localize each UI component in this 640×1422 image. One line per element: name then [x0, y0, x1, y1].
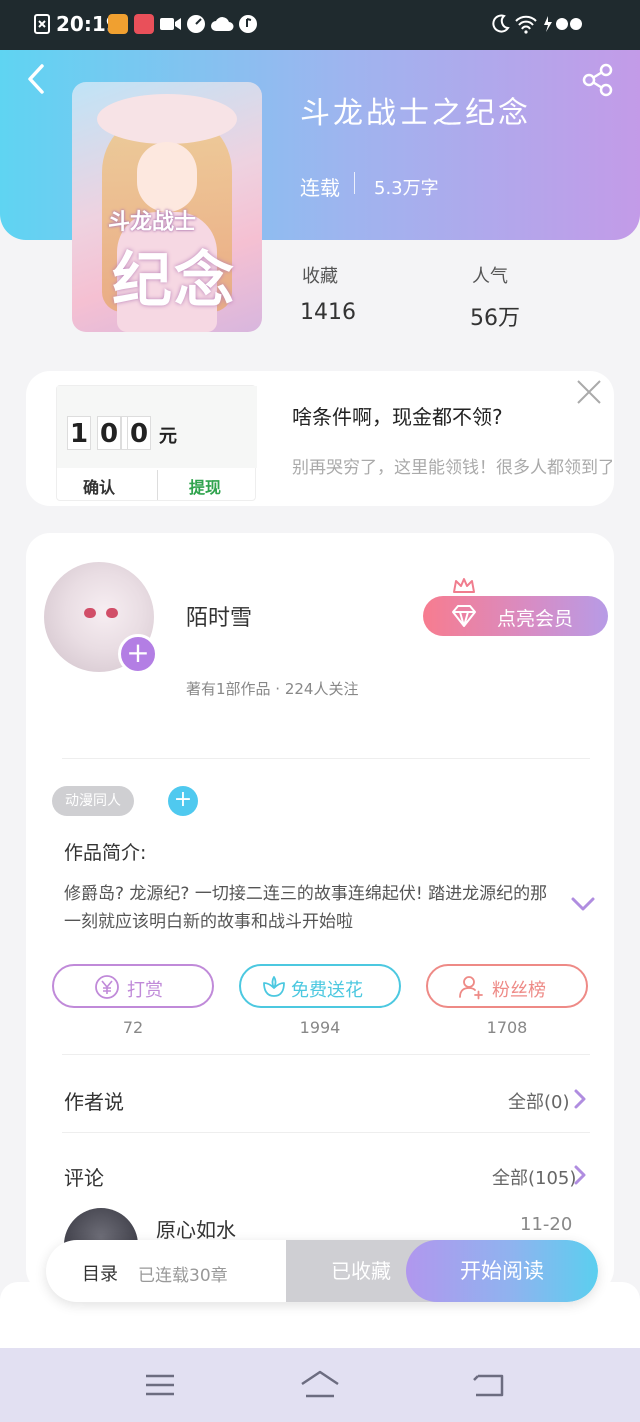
battery-icon — [544, 16, 582, 32]
speed-icon — [187, 15, 205, 33]
music-icon — [239, 15, 257, 33]
wifi-icon — [515, 15, 537, 34]
ad-image: 1 0 0 元 确认 提现 — [56, 385, 257, 501]
vip-button[interactable]: 点亮会员 — [423, 596, 608, 636]
favorites-label: 收藏 — [302, 266, 338, 287]
book-detail-page: 20:19 斗龙战士 纪念 斗龙战士之纪念 连载 5.3万字 收藏 1416 人… — [0, 0, 640, 1422]
status-bar: 20:19 — [0, 0, 640, 50]
ad-currency: 元 — [159, 426, 177, 447]
reading-action-bar: 目录 已连载30章 已收藏 开始阅读 — [46, 1240, 598, 1302]
fan-ranking-label: 粉丝榜 — [492, 980, 546, 1001]
ad-digit: 0 — [127, 416, 151, 450]
ad-title: 啥条件啊，现金都不领? — [292, 405, 503, 429]
close-icon[interactable] — [574, 377, 604, 407]
ad-digit: 1 — [67, 416, 91, 450]
chevron-down-icon[interactable] — [570, 894, 596, 914]
book-status: 连载 — [300, 176, 340, 200]
reward-button[interactable]: 打赏 — [52, 964, 214, 1008]
comment-date: 11-20 — [520, 1214, 573, 1235]
genre-tag[interactable]: 动漫同人 — [52, 786, 134, 816]
book-title: 斗龙战士之纪念 — [300, 96, 531, 131]
ad-confirm-label: 确认 — [83, 478, 116, 497]
reward-count: 72 — [122, 1018, 144, 1037]
ad-digit: 0 — [97, 416, 121, 450]
back-icon[interactable] — [470, 1368, 506, 1402]
divider — [62, 758, 590, 759]
commenter-name: 原心如水 — [156, 1218, 236, 1242]
send-flower-label: 免费送花 — [291, 980, 363, 1001]
divider — [354, 172, 355, 194]
flower-count: 1994 — [299, 1018, 341, 1037]
comments-label: 评论 — [64, 1166, 104, 1190]
diamond-icon — [452, 605, 476, 627]
book-word-count: 5.3万字 — [374, 178, 439, 199]
popularity-count: 56万 — [470, 306, 520, 331]
author-meta: 著有1部作品 · 224人关注 — [186, 680, 359, 698]
sim-icon — [34, 14, 50, 34]
add-tag-button[interactable]: + — [168, 786, 198, 816]
book-cover[interactable]: 斗龙战士 纪念 — [72, 82, 262, 332]
fan-count: 1708 — [486, 1018, 528, 1037]
reward-label: 打赏 — [127, 980, 163, 1001]
home-icon[interactable] — [298, 1368, 342, 1402]
menu-icon[interactable] — [142, 1368, 178, 1402]
ad-banner[interactable]: 1 0 0 元 确认 提现 啥条件啊，现金都不领? 别再哭穷了，这里能领钱！很多… — [26, 371, 614, 506]
cover-title-big: 纪念 — [112, 246, 236, 316]
intro-label: 作品简介: — [64, 842, 147, 864]
table-of-contents-button[interactable]: 目录 — [82, 1260, 118, 1286]
author-name: 陌时雪 — [186, 606, 253, 631]
moon-icon — [492, 14, 510, 33]
comments-all-link[interactable]: 全部(105) — [492, 1164, 576, 1190]
intro-text: 修爵岛? 龙源纪? 一切接二连三的故事连绵起伏! 踏进龙源纪的那一刻就应该明白新… — [64, 884, 548, 932]
divider — [62, 1054, 590, 1055]
app-notification-icon — [108, 14, 128, 34]
app-notification-icon — [134, 14, 154, 34]
chapter-count: 已连载30章 — [138, 1266, 228, 1286]
vip-button-label: 点亮会员 — [497, 608, 574, 630]
cloud-icon — [211, 17, 234, 31]
popularity-label: 人气 — [472, 266, 508, 287]
chevron-right-icon[interactable] — [572, 1164, 588, 1186]
divider — [62, 1132, 590, 1133]
video-icon — [160, 18, 181, 30]
chevron-right-icon[interactable] — [572, 1088, 588, 1110]
send-flower-button[interactable]: 免费送花 — [239, 964, 401, 1008]
author-says-label: 作者说 — [64, 1090, 124, 1114]
crown-icon — [453, 578, 475, 593]
favorites-count: 1416 — [300, 300, 356, 325]
system-navigation-bar — [0, 1348, 640, 1422]
author-says-all-link[interactable]: 全部(0) — [508, 1088, 570, 1114]
share-icon[interactable] — [580, 62, 616, 98]
ad-withdraw-label: 提现 — [189, 478, 222, 497]
back-arrow-icon[interactable] — [22, 62, 52, 96]
ad-description: 别再哭穷了，这里能领钱！很多人都领到了 — [292, 458, 612, 478]
fan-ranking-button[interactable]: 粉丝榜 — [426, 964, 588, 1008]
follow-author-button[interactable]: + — [118, 634, 158, 674]
start-reading-button[interactable]: 开始阅读 — [406, 1240, 598, 1302]
